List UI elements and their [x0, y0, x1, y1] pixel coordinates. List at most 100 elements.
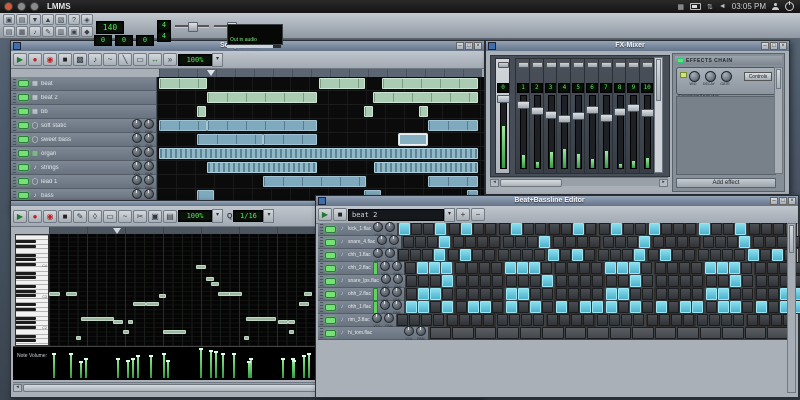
beat-cell[interactable] [484, 223, 496, 235]
beat-cell[interactable] [660, 249, 672, 261]
beat-cell[interactable] [584, 223, 596, 235]
beat-cell[interactable] [709, 314, 721, 326]
fx-channel-strip[interactable]: 5 [570, 58, 586, 174]
velocity-bar[interactable] [281, 358, 285, 378]
beat-cell[interactable] [505, 262, 517, 274]
volume-knob[interactable] [379, 261, 390, 271]
beat-cell[interactable] [722, 223, 734, 235]
track-mute-led[interactable] [18, 94, 29, 101]
midi-note[interactable] [128, 320, 133, 324]
beat-cell[interactable] [705, 288, 717, 300]
beat-cell[interactable] [560, 223, 572, 235]
scroll-handle[interactable] [789, 225, 794, 253]
beat-cell[interactable] [434, 223, 446, 235]
velocity-bar[interactable] [52, 353, 56, 378]
beat-cell[interactable] [722, 327, 744, 339]
pan-knob[interactable] [391, 261, 402, 271]
toggle-automation-editor-button[interactable]: ✎ [42, 26, 54, 37]
beat-cell[interactable] [541, 288, 553, 300]
pan-knob[interactable] [144, 174, 154, 185]
beat-cell[interactable] [580, 275, 592, 287]
track-mute-led[interactable] [325, 225, 336, 233]
channel-fader[interactable] [575, 95, 583, 169]
fx-channel-strip[interactable]: 7 [597, 58, 613, 174]
master-volume-slider[interactable] [175, 22, 209, 32]
effect-controls-button[interactable]: Controls [744, 72, 772, 81]
channel-mute-button[interactable] [545, 62, 557, 68]
toggle-project-notes-button[interactable]: ▣ [68, 26, 80, 37]
beat-cell[interactable] [648, 249, 660, 261]
beat-cell[interactable] [691, 301, 703, 313]
track-mute-led[interactable] [18, 108, 29, 115]
beat-cell[interactable] [679, 288, 691, 300]
beat-cell[interactable] [733, 314, 745, 326]
channel-fader[interactable] [644, 95, 652, 169]
beat-cell[interactable] [617, 288, 629, 300]
beat-cell[interactable] [429, 262, 441, 274]
piano-keyboard[interactable]: C4 C3 C2 [15, 234, 49, 346]
beat-cell[interactable] [552, 236, 564, 248]
pattern-segment[interactable] [263, 134, 317, 145]
beat-cell[interactable] [752, 236, 764, 248]
beat-cell[interactable] [529, 301, 541, 313]
fx-channel-strip[interactable]: 0 [495, 58, 510, 174]
effects-chain-enabled-led[interactable] [677, 58, 684, 63]
beat-cell[interactable] [491, 301, 503, 313]
effects-vscrollbar[interactable] [774, 67, 783, 174]
beat-cell[interactable] [560, 249, 572, 261]
beat-cell[interactable] [629, 262, 641, 274]
track-mute-led[interactable] [325, 251, 336, 259]
velocity-bar[interactable] [232, 353, 236, 378]
track-mute-led[interactable] [325, 329, 336, 337]
velocity-bar[interactable] [221, 353, 225, 378]
track-grip-handle[interactable] [13, 190, 16, 201]
beat-cell[interactable] [609, 314, 621, 326]
channel-mute-button[interactable] [600, 62, 612, 68]
beat-cell[interactable] [722, 249, 734, 261]
beat-cell[interactable] [598, 223, 610, 235]
volume-knob[interactable] [132, 132, 142, 143]
pattern-segment[interactable] [319, 78, 365, 89]
beat-cell[interactable] [484, 249, 496, 261]
beat-cell[interactable] [472, 249, 484, 261]
beat-cell[interactable] [706, 275, 718, 287]
beat-cell[interactable] [684, 223, 696, 235]
pattern-segment[interactable] [159, 78, 207, 89]
fx-mixer-maximize-button[interactable]: □ [770, 42, 778, 50]
beat-cell[interactable] [467, 262, 479, 274]
beat-cell[interactable] [622, 223, 634, 235]
beat-cell[interactable] [759, 314, 771, 326]
battery-icon[interactable] [689, 3, 701, 10]
beat-cell[interactable] [405, 301, 417, 313]
velocity-bar[interactable] [166, 360, 170, 378]
volume-knob[interactable] [380, 300, 391, 310]
beat-cell[interactable] [591, 288, 603, 300]
beat-cell[interactable] [471, 314, 483, 326]
beat-cell[interactable] [441, 262, 453, 274]
track-grip-handle[interactable] [320, 302, 323, 312]
toggle-bb-editor-button[interactable]: ▦ [16, 26, 28, 37]
track-mute-led[interactable] [18, 150, 29, 157]
beat-cell[interactable] [409, 314, 421, 326]
volume-knob[interactable] [132, 160, 142, 171]
track-mute-led[interactable] [18, 80, 29, 87]
fx-channel-strip[interactable]: 6 [584, 58, 599, 174]
clock[interactable]: 03:05 PM [732, 2, 766, 11]
track-grip-handle[interactable] [320, 224, 323, 234]
beat-cell[interactable] [480, 275, 492, 287]
toggle-song-editor-button[interactable]: ▤ [3, 26, 15, 37]
scroll-handle[interactable] [23, 384, 325, 392]
beat-cell[interactable] [617, 262, 629, 274]
window-minimize-icon[interactable] [17, 2, 26, 11]
beat-cell[interactable] [705, 262, 717, 274]
save-project-button[interactable]: ▼ [29, 14, 41, 25]
beat-cell[interactable] [659, 314, 671, 326]
beat-cell[interactable] [514, 236, 526, 248]
beat-cell[interactable] [476, 236, 488, 248]
beat-cell[interactable] [567, 262, 579, 274]
beat-cell[interactable] [510, 223, 522, 235]
fx-channel-strip[interactable]: 2 [528, 58, 544, 174]
beat-cell[interactable] [692, 275, 704, 287]
pan-knob[interactable] [384, 248, 395, 258]
beat-cell[interactable] [505, 301, 517, 313]
